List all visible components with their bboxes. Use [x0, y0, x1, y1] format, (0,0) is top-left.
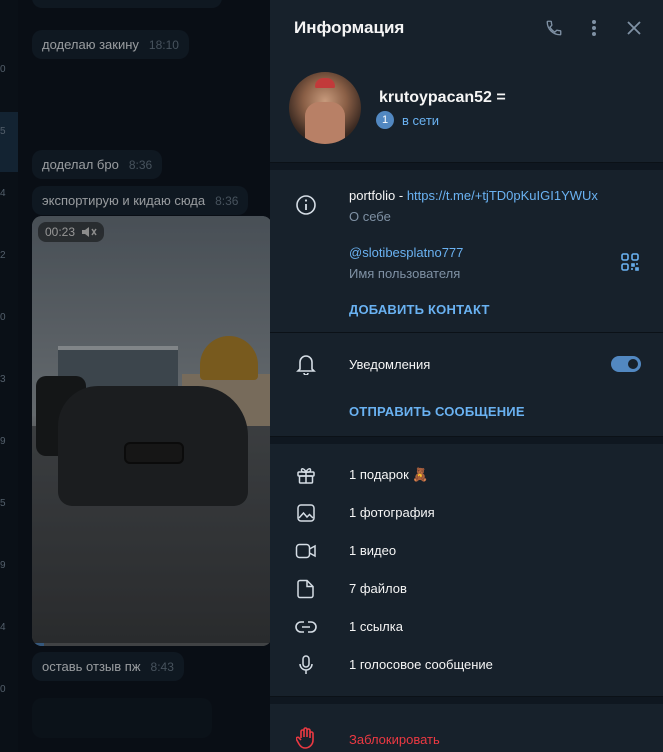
profile-header: krutoypacan52 = 1 в сети [270, 56, 663, 160]
mic-icon [294, 653, 318, 677]
username-label: Имя пользователя [349, 266, 461, 281]
gift-icon [294, 463, 318, 487]
avatar[interactable] [289, 72, 361, 144]
avatar-cap [315, 78, 335, 88]
bio-label: О себе [349, 209, 391, 224]
media-row-label: 7 файлов [349, 581, 407, 596]
modal-dim-overlay[interactable] [0, 0, 270, 752]
section-divider [270, 162, 663, 170]
file-icon [294, 577, 318, 601]
qr-code-icon[interactable] [618, 250, 642, 274]
block-user-button[interactable]: Заблокировать [349, 732, 440, 747]
phone-icon[interactable] [542, 16, 566, 40]
notifications-toggle[interactable] [611, 356, 641, 372]
add-contact-button[interactable]: ДОБАВИТЬ КОНТАКТ [349, 302, 490, 317]
media-row-label: 1 ссылка [349, 619, 403, 634]
profile-name: krutoypacan52 = [379, 89, 506, 106]
close-icon[interactable] [622, 16, 646, 40]
info-icon [294, 193, 318, 217]
media-row-videos[interactable]: 1 видео [270, 532, 663, 570]
toggle-knob [626, 357, 640, 371]
media-row-label: 1 фотография [349, 505, 435, 520]
notifications-label: Уведомления [349, 357, 431, 372]
media-row-files[interactable]: 7 файлов [270, 570, 663, 608]
photo-icon [294, 501, 318, 525]
more-vertical-icon[interactable] [582, 16, 606, 40]
media-row-label: 1 голосовое сообщение [349, 657, 493, 672]
send-message-button[interactable]: ОТПРАВИТЬ СООБЩЕНИЕ [349, 404, 525, 419]
media-row-voice[interactable]: 1 голосовое сообщение [270, 646, 663, 684]
panel-title: Информация [294, 18, 405, 37]
stop-hand-icon [294, 726, 318, 750]
media-row-links[interactable]: 1 ссылка [270, 608, 663, 646]
media-row-photos[interactable]: 1 фотография [270, 494, 663, 532]
avatar-torso [305, 102, 345, 144]
bio-text: portfolio - https://t.me/+tjTD0pKuIGI1YW… [349, 188, 598, 203]
media-row-gifts[interactable]: 1 подарок 🧸 [270, 456, 663, 494]
profile-status: 1 в сети [376, 111, 439, 129]
section-divider [270, 436, 663, 444]
username-value[interactable]: @slotibesplatno777 [349, 245, 463, 260]
panel-header: Информация [270, 0, 663, 56]
thin-divider [270, 332, 663, 333]
bio-prefix: portfolio - [349, 188, 407, 203]
media-row-text: 1 подарок [349, 467, 409, 482]
media-row-label: 1 подарок 🧸 [349, 467, 429, 483]
bell-icon [294, 352, 318, 376]
media-row-label: 1 видео [349, 543, 397, 558]
user-info-panel: Информация krutoypacan52 = 1 в сети port… [270, 0, 663, 752]
count-badge: 1 [376, 111, 394, 129]
link-icon [294, 615, 318, 639]
video-icon [294, 539, 318, 563]
teddy-bear-emoji: 🧸 [412, 467, 429, 482]
online-status: в сети [402, 112, 440, 128]
section-divider [270, 696, 663, 704]
bio-link[interactable]: https://t.me/+tjTD0pKuIGI1YWUx [407, 188, 598, 203]
